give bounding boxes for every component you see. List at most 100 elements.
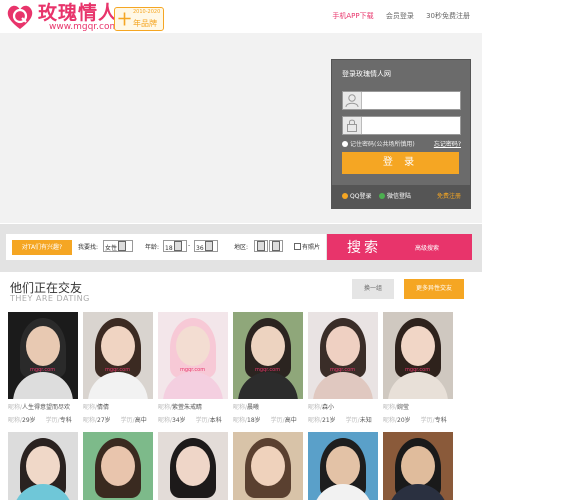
remember-label: 记住密码(公共场所慎用)	[350, 141, 415, 148]
login-footer: QQ登录 微信登陆 免费注册	[332, 185, 470, 208]
user-icon	[343, 92, 362, 109]
has-photo-option[interactable]: 有照片	[294, 242, 320, 251]
nick-key: 昵称/	[383, 404, 398, 411]
member-meta: 昵称/18岁 学历/高中	[233, 415, 297, 424]
age-value: 18岁	[247, 417, 261, 424]
forgot-password-link[interactable]: 忘记密码?	[434, 139, 461, 148]
chevron-down-icon	[204, 241, 213, 251]
chevron-down-icon	[272, 241, 280, 251]
free-register-link[interactable]: 免费注册	[437, 191, 461, 200]
age-from-select[interactable]: 18	[163, 240, 187, 252]
age-key: 昵称/	[308, 417, 323, 424]
member-nickname[interactable]: 昵称/紫萱朱戒睛	[158, 402, 202, 411]
age-key: 昵称/	[83, 417, 98, 424]
qq-login-label: QQ登录	[350, 193, 372, 200]
nick-value: 人生得意望而尽欢	[22, 404, 71, 411]
logo-name: 玫瑰情人	[38, 2, 119, 24]
member-photo[interactable]	[83, 432, 153, 500]
app-download-link[interactable]: 手机APP下载	[332, 12, 373, 20]
advanced-search-link[interactable]: 高级搜索	[415, 243, 439, 252]
member-photo[interactable]: mgqr.com	[233, 312, 303, 399]
member-nickname[interactable]: 昵称/婉莹	[383, 402, 409, 411]
login-button[interactable]: 登 录	[342, 152, 459, 174]
member-photo[interactable]	[233, 432, 303, 500]
member-photo[interactable]: mgqr.com	[158, 312, 228, 399]
province-select[interactable]	[254, 240, 268, 252]
age-key: 昵称/	[233, 417, 248, 424]
chevron-down-icon	[118, 241, 127, 251]
member-photo[interactable]: mgqr.com	[8, 312, 78, 399]
member-nickname[interactable]: 昵称/人生得意望而尽欢	[8, 402, 70, 411]
qq-login-link[interactable]: QQ登录	[342, 191, 371, 200]
member-meta: 昵称/29岁 学历/专科	[8, 415, 72, 424]
top-links: 手机APP下载 会员登录 30秒免费注册	[322, 11, 470, 21]
wechat-login-link[interactable]: 微信登陆	[379, 191, 411, 200]
member-photo[interactable]: mgqr.com	[383, 312, 453, 399]
member-photo[interactable]	[308, 432, 378, 500]
member-meta: 昵称/34岁 学历/本科	[158, 415, 222, 424]
has-photo-label: 有照片	[302, 244, 321, 251]
nick-value: 森小	[322, 404, 335, 411]
area-label: 地区:	[234, 244, 249, 251]
register-link[interactable]: 30秒免费注册	[426, 12, 470, 20]
chevron-down-icon	[173, 241, 182, 251]
remember-checkbox[interactable]	[342, 141, 348, 147]
remember-password[interactable]: 记住密码(公共场所慎用)	[342, 139, 415, 148]
nick-value: 倩倩	[97, 404, 110, 411]
nick-key: 昵称/	[158, 404, 173, 411]
edu-key: 学历/	[420, 417, 435, 424]
badge-text: 年品牌	[133, 19, 157, 28]
photo-watermark: mgqr.com	[405, 367, 431, 373]
member-nickname[interactable]: 昵称/晨曦	[233, 402, 259, 411]
member-nickname[interactable]: 昵称/森小	[308, 402, 334, 411]
login-title: 登录玫瑰情人网	[342, 70, 391, 78]
search-button-area: 搜索 高级搜索	[327, 234, 472, 260]
age-value: 34岁	[172, 417, 186, 424]
site-logo[interactable]: 玫瑰情人 www.mgqr.com 十 2010-2020 年品牌	[6, 2, 166, 32]
chevron-down-icon	[257, 241, 265, 251]
gender-value: 女性	[105, 245, 118, 252]
member-photo[interactable]: mgqr.com	[308, 312, 378, 399]
city-select[interactable]	[269, 240, 283, 252]
member-meta: 昵称/21岁 学历/未知	[308, 415, 372, 424]
age-label: 年龄:	[145, 244, 160, 251]
edu-value: 专科	[59, 417, 72, 424]
age-from-value: 18	[165, 245, 173, 252]
member-photo[interactable]	[158, 432, 228, 500]
edu-value: 高中	[134, 417, 147, 424]
logo-url: www.mgqr.com	[49, 22, 119, 32]
has-photo-checkbox[interactable]	[294, 243, 301, 250]
age-to-select[interactable]: 36	[194, 240, 218, 252]
photo-watermark: mgqr.com	[255, 367, 281, 373]
member-login-link[interactable]: 会员登录	[386, 12, 414, 20]
age-key: 昵称/	[8, 417, 23, 424]
member-photo[interactable]: mgqr.com	[83, 312, 153, 399]
member-meta: 昵称/27岁 学历/高中	[83, 415, 147, 424]
brand-badge: 十 2010-2020 年品牌	[114, 7, 164, 31]
member-nickname[interactable]: 昵称/倩倩	[83, 402, 109, 411]
more-dating-button[interactable]: 更多异性交友	[404, 279, 464, 299]
photo-watermark: mgqr.com	[105, 367, 131, 373]
photo-watermark: mgqr.com	[180, 367, 206, 373]
search-bar: 对TA们有兴趣? 我要找: 女性 年龄: 18 - 36 地区: 有照片 搜索 …	[0, 224, 482, 272]
member-photo[interactable]	[8, 432, 78, 500]
nick-value: 紫萱朱戒睛	[172, 404, 203, 411]
member-photo[interactable]	[383, 432, 453, 500]
edu-value: 高中	[284, 417, 297, 424]
change-group-button[interactable]: 换一组	[352, 279, 394, 299]
password-field[interactable]	[342, 116, 461, 135]
search-button[interactable]: 搜索	[347, 237, 381, 257]
interest-tag: 对TA们有兴趣?	[12, 240, 72, 255]
find-label: 我要找:	[78, 244, 99, 251]
gender-select[interactable]: 女性	[103, 240, 133, 252]
photo-watermark: mgqr.com	[330, 367, 356, 373]
search-filters: 对TA们有兴趣? 我要找: 女性 年龄: 18 - 36 地区: 有照片	[6, 234, 326, 260]
badge-big: 十	[118, 13, 132, 28]
photo-watermark: mgqr.com	[30, 367, 56, 373]
age-value: 27岁	[97, 417, 111, 424]
username-field[interactable]	[342, 91, 461, 110]
edu-key: 学历/	[120, 417, 135, 424]
logo-heart-icon	[7, 5, 33, 30]
age-key: 昵称/	[383, 417, 398, 424]
age-value: 21岁	[322, 417, 336, 424]
